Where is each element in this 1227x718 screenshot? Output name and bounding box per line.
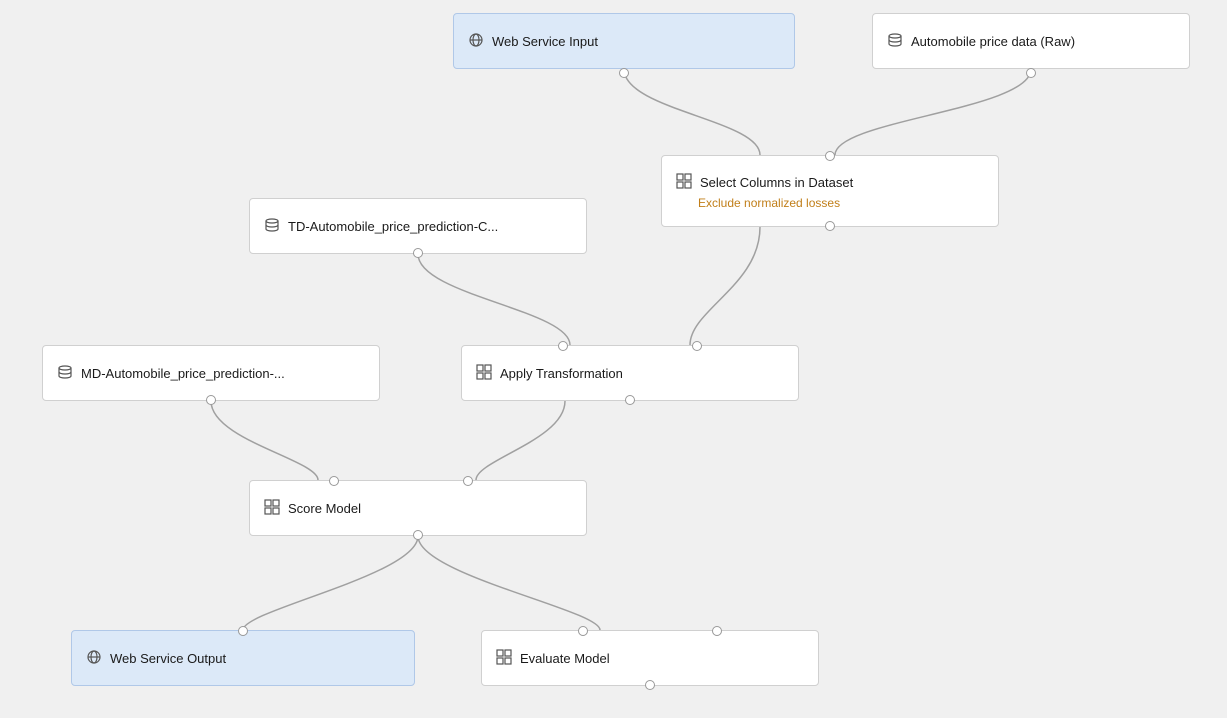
score-model-node[interactable]: Score Model xyxy=(249,480,587,536)
select-columns-label: Select Columns in Dataset xyxy=(700,175,853,190)
automobile-price-raw-label: Automobile price data (Raw) xyxy=(911,34,1075,49)
grid-icon-1 xyxy=(676,173,692,192)
select-columns-output-port[interactable] xyxy=(825,221,835,231)
grid-icon-4 xyxy=(496,649,512,668)
score-model-label: Score Model xyxy=(288,501,361,516)
database-icon-2 xyxy=(264,217,280,236)
web-service-input-node[interactable]: Web Service Input xyxy=(453,13,795,69)
grid-icon-3 xyxy=(264,499,280,518)
web-service-input-label: Web Service Input xyxy=(492,34,598,49)
evaluate-model-input-port[interactable] xyxy=(578,626,588,636)
evaluate-model-output-port[interactable] xyxy=(645,680,655,690)
conn-score-wso xyxy=(243,536,418,630)
conn-apply-score xyxy=(476,401,565,480)
score-model-input-port-left[interactable] xyxy=(329,476,339,486)
select-columns-node[interactable]: Select Columns in Dataset Exclude normal… xyxy=(661,155,999,227)
score-model-input-port-right[interactable] xyxy=(463,476,473,486)
database-icon-3 xyxy=(57,364,73,383)
globe-icon xyxy=(468,32,484,51)
score-model-output-port[interactable] xyxy=(413,530,423,540)
td-automobile-label: TD-Automobile_price_prediction-C... xyxy=(288,219,498,234)
web-service-output-input-port[interactable] xyxy=(238,626,248,636)
apply-transformation-input-port-left[interactable] xyxy=(558,341,568,351)
web-service-input-output-port[interactable] xyxy=(619,68,629,78)
conn-wsi-select xyxy=(624,69,760,155)
apply-transformation-node[interactable]: Apply Transformation xyxy=(461,345,799,401)
pipeline-canvas: Web Service Input Automobile price data … xyxy=(0,0,1227,718)
apply-transformation-label: Apply Transformation xyxy=(500,366,623,381)
apply-transformation-input-port-right[interactable] xyxy=(692,341,702,351)
evaluate-model-input-port-right[interactable] xyxy=(712,626,722,636)
conn-td-apply xyxy=(418,254,570,345)
database-icon-1 xyxy=(887,32,903,51)
globe-icon-2 xyxy=(86,649,102,668)
select-columns-input-port[interactable] xyxy=(825,151,835,161)
grid-icon-2 xyxy=(476,364,492,383)
conn-select-apply xyxy=(690,227,760,345)
md-automobile-label: MD-Automobile_price_prediction-... xyxy=(81,366,285,381)
md-automobile-output-port[interactable] xyxy=(206,395,216,405)
web-service-output-label: Web Service Output xyxy=(110,651,226,666)
conn-auto-select xyxy=(835,69,1031,155)
md-automobile-node[interactable]: MD-Automobile_price_prediction-... xyxy=(42,345,380,401)
evaluate-model-node[interactable]: Evaluate Model xyxy=(481,630,819,686)
evaluate-model-label: Evaluate Model xyxy=(520,651,610,666)
td-automobile-output-port[interactable] xyxy=(413,248,423,258)
conn-md-score xyxy=(211,401,318,480)
td-automobile-node[interactable]: TD-Automobile_price_prediction-C... xyxy=(249,198,587,254)
automobile-price-raw-node[interactable]: Automobile price data (Raw) xyxy=(872,13,1190,69)
conn-score-eval xyxy=(418,536,600,630)
auto-raw-output-port[interactable] xyxy=(1026,68,1036,78)
select-columns-subtitle: Exclude normalized losses xyxy=(698,196,984,210)
apply-transformation-output-port[interactable] xyxy=(625,395,635,405)
web-service-output-node[interactable]: Web Service Output xyxy=(71,630,415,686)
